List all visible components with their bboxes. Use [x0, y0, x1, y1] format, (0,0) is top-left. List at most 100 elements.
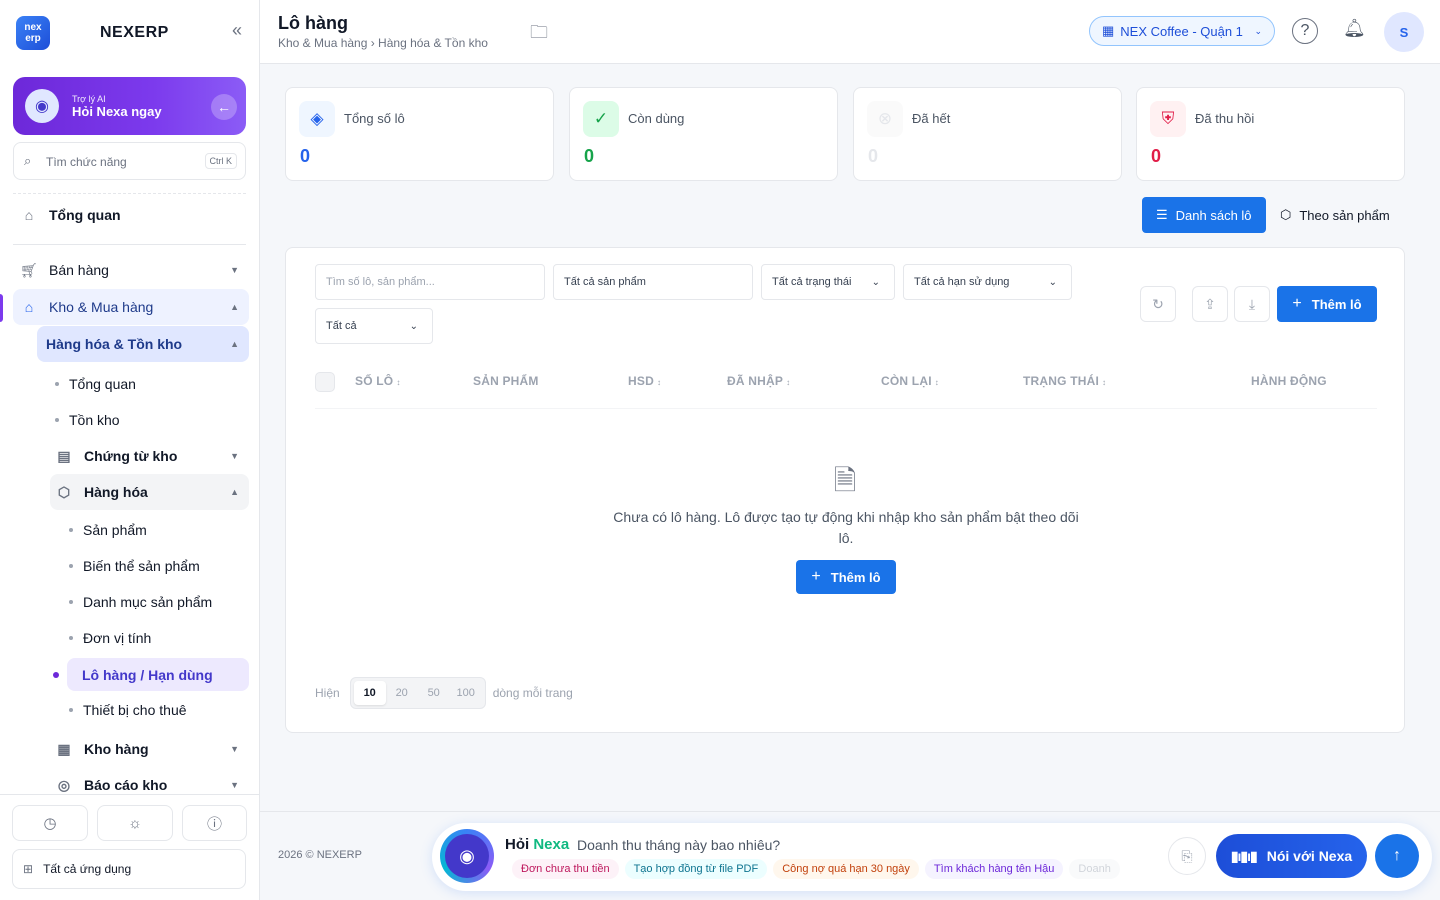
empty-add-lot-button[interactable]: + Thêm lô [796, 560, 896, 594]
page-size-option[interactable]: 20 [386, 681, 418, 705]
sidebar-item-goods-stock[interactable]: Hàng hóa & Tồn kho ▲ [37, 326, 249, 362]
sort-icon: ↕ [656, 378, 662, 387]
sidebar-item-categories[interactable]: Danh mục sản phẩm [69, 584, 249, 620]
column-header-expiry[interactable]: HSD ↕ [628, 374, 661, 388]
theme-button[interactable]: ☼ [97, 805, 173, 841]
chevron-down-icon: ⌄ [1254, 25, 1262, 36]
lot-search-input[interactable]: Tìm số lô, sản phẩm... [315, 264, 545, 300]
nexa-question-input[interactable]: Doanh thu tháng này bao nhiêu? [577, 837, 780, 853]
sidebar-item-label: Đơn vị tính [83, 630, 152, 646]
divider [13, 193, 246, 194]
sidebar-item-lots[interactable]: Lô hàng / Hạn dùng [53, 658, 249, 691]
suggestion-chip[interactable]: Tìm khách hàng tên Hậu [924, 859, 1064, 879]
info-button[interactable]: ⓘ [182, 805, 247, 841]
sidebar-item-label: Kho & Mua hàng [49, 299, 154, 315]
robot-icon: ◉ [25, 89, 59, 123]
download-button[interactable]: ⤓ [1234, 286, 1270, 322]
chevron-down-icon: ⌄ [871, 276, 880, 288]
suggestion-chip[interactable]: Tạo hợp đồng từ file PDF [624, 859, 768, 879]
breadcrumb[interactable]: Kho & Mua hàng › Hàng hóa & Tồn kho [278, 36, 488, 50]
sidebar-item-warehouse-docs[interactable]: ▤ Chứng từ kho ▼ [50, 438, 249, 474]
upload-button[interactable]: ⇪ [1192, 286, 1228, 322]
page-size-option[interactable]: 10 [353, 681, 386, 705]
page-size-option[interactable]: 100 [450, 681, 482, 705]
layers-icon: ◈ [299, 101, 335, 137]
select-all-checkbox[interactable] [315, 372, 335, 392]
column-header-product: SẢN PHẨM [473, 374, 539, 388]
nexa-avatar[interactable]: ◉ [440, 829, 494, 883]
collapse-sidebar-icon[interactable]: « [232, 20, 242, 41]
status-filter-select[interactable]: Tất cả trạng thái ⌄ [761, 264, 895, 300]
nexa-title-b: Nexa [533, 836, 570, 853]
sidebar-item-overview[interactable]: ⌂ Tổng quan [13, 197, 246, 233]
page-size-group: 10 20 50 100 [349, 677, 486, 709]
select-value: Tất cả sản phẩm [564, 276, 646, 288]
send-button[interactable]: ↑ [1375, 834, 1419, 878]
refresh-button[interactable]: ↻ [1140, 286, 1176, 322]
tab-lot-list[interactable]: ☰ Danh sách lô [1142, 197, 1266, 233]
ai-assistant-card[interactable]: ◉ Trợ lý AI Hỏi Nexa ngay ← [13, 77, 246, 135]
column-header-remaining[interactable]: CÒN LẠI ↕ [881, 374, 939, 388]
sidebar-item-sub-overview[interactable]: Tổng quan [55, 366, 249, 402]
all-apps-button[interactable]: ⊞ Tất cả ứng dụng [12, 849, 246, 889]
sidebar-item-rental[interactable]: Thiết bị cho thuê [69, 692, 249, 728]
bullet [69, 708, 73, 712]
plus-icon: + [811, 568, 821, 585]
sidebar-item-label: Chứng từ kho [84, 448, 178, 464]
page-title: Lô hàng [278, 13, 348, 33]
type-filter-select[interactable]: Tất cả ⌄ [315, 308, 433, 344]
attach-button[interactable]: ⎘ [1168, 837, 1206, 875]
bell-icon[interactable]: 🔔︎ [1343, 18, 1366, 39]
current-bullet [53, 671, 59, 678]
divider [13, 244, 246, 245]
add-lot-button[interactable]: + Thêm lô [1277, 286, 1377, 322]
bullet [55, 382, 59, 386]
sidebar-item-label: Hàng hóa & Tồn kho [46, 336, 183, 352]
sidebar-item-variants[interactable]: Biến thể sản phẩm [69, 548, 249, 584]
sidebar-item-units[interactable]: Đơn vị tính [69, 620, 249, 656]
sidebar-item-label: Báo cáo kho [84, 777, 168, 793]
history-button[interactable]: ◷ [12, 805, 88, 841]
box-icon: ⬡ [1280, 207, 1292, 222]
sidebar-item-products[interactable]: Sản phẩm [69, 512, 249, 548]
arrow-up-icon: ↑ [1393, 847, 1401, 864]
button-label: Nói với Nexa [1266, 848, 1353, 864]
arrow-left-icon[interactable]: ← [211, 94, 237, 120]
sidebar-item-label: Tồn kho [69, 412, 120, 428]
sidebar-item-inventory-purchase[interactable]: ⌂ Kho & Mua hàng ▲ [13, 289, 249, 325]
sidebar-item-goods[interactable]: ⬡ Hàng hóa ▲ [50, 474, 249, 510]
expiry-filter-select[interactable]: Tất cả hạn sử dụng ⌄ [903, 264, 1072, 300]
column-header-imported[interactable]: ĐÃ NHẬP ↕ [727, 374, 790, 388]
product-filter-select[interactable]: Tất cả sản phẩm [553, 264, 753, 300]
suggestion-chip[interactable]: Công nợ quá hạn 30 ngày [773, 859, 919, 879]
folder-icon[interactable]: 🗀 [530, 20, 548, 50]
sidebar-item-sales[interactable]: 🛒︎ Bán hàng ▼ [13, 252, 249, 288]
help-icon[interactable]: ? [1292, 18, 1318, 44]
stat-value: 0 [300, 146, 311, 166]
talk-to-nexa-button[interactable]: ▮ı▮ı▮ Nói với Nexa [1216, 834, 1367, 878]
tab-by-product[interactable]: ⬡ Theo sản phẩm [1266, 197, 1404, 233]
chevron-down-icon: ▼ [230, 451, 239, 461]
chevron-up-icon: ▲ [230, 487, 239, 497]
sidebar-search-input[interactable]: ⌕ Tìm chức năng Ctrl K [13, 142, 246, 180]
x-circle-icon: ⊗ [867, 101, 903, 137]
sidebar-item-stock[interactable]: Tồn kho [55, 402, 249, 438]
column-header-lot-no[interactable]: SỐ LÔ ↕ [355, 374, 401, 388]
suggestion-chip[interactable]: Đơn chưa thu tiền [512, 859, 619, 879]
suggestion-chip[interactable]: Doanh [1069, 859, 1120, 879]
bullet [69, 636, 73, 640]
app-logo[interactable]: nex erp [16, 16, 50, 50]
column-header-status[interactable]: TRẠNG THÁI ↕ [1023, 374, 1106, 388]
sort-icon: ↕ [786, 378, 791, 387]
user-avatar[interactable]: S [1384, 12, 1424, 52]
store-selector[interactable]: ▦ NEX Coffee - Quận 1 ⌄ [1089, 16, 1275, 46]
stat-card-recalled: ⛨ Đã thu hồi 0 [1136, 87, 1405, 181]
chevron-down-icon: ⌄ [1048, 276, 1057, 288]
bullet [69, 564, 73, 568]
page-size-selector: Hiện 10 20 50 100 dòng mỗi trang [315, 677, 573, 709]
page-size-option[interactable]: 50 [418, 681, 450, 705]
sidebar-item-warehouses[interactable]: ▦ Kho hàng ▼ [50, 731, 249, 767]
sidebar: nex erp NEXERP « ◉ Trợ lý AI Hỏi Nexa ng… [0, 0, 260, 900]
sort-icon: ↕ [1102, 378, 1107, 387]
lot-list-panel: Tìm số lô, sản phẩm... Tất cả sản phẩm T… [285, 247, 1405, 733]
